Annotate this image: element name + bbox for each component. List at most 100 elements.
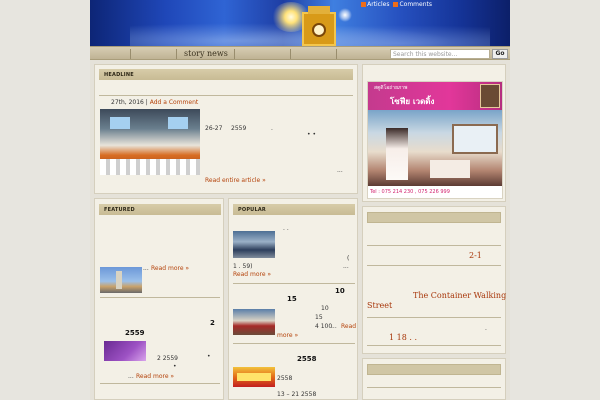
wedding-photo: [368, 110, 502, 186]
featured-read-more-1[interactable]: Read more »: [151, 265, 189, 272]
popular-read-more-2[interactable]: more »: [277, 332, 298, 339]
comments-link[interactable]: Comments: [393, 1, 432, 8]
banner-strip: [237, 373, 271, 381]
tower-silhouette: [116, 271, 122, 289]
popular-line-1: 1 . 59): [233, 263, 253, 270]
popular-text-15: 15: [315, 314, 323, 321]
divider: [367, 345, 501, 346]
popular-text-2558: 2558: [277, 375, 293, 382]
featured-bullet: •: [207, 353, 211, 360]
chairs-row: [100, 159, 200, 175]
divider: [100, 297, 220, 298]
headline-title: HEADLINE: [99, 69, 353, 80]
side-news-dot: .: [485, 325, 487, 332]
search-input[interactable]: Search this website...: [390, 49, 490, 59]
featured-bullet-2: •: [173, 363, 177, 370]
projection-screen: [110, 117, 130, 129]
clock-face-icon: [312, 23, 326, 37]
featured-year: 2559: [125, 329, 145, 337]
featured-image-2[interactable]: [104, 341, 146, 361]
studio-ad-image[interactable]: สตูดิโอถ่ายภาพ โซฟีย เวดดิ้ง Tel : 075 2…: [367, 81, 503, 199]
popular-image-1[interactable]: [233, 231, 275, 258]
top-links: Articles Comments: [361, 1, 432, 8]
popular-dots-1: . .: [283, 225, 289, 232]
featured-number: 2: [210, 319, 215, 327]
featured-excerpt-2: 2 2559: [157, 355, 178, 362]
page: Articles Comments story news Search this…: [90, 0, 510, 400]
headline-date: 27th, 2016 |: [111, 99, 148, 106]
headline-image[interactable]: [100, 109, 200, 175]
popular-text-100: 4 100: [315, 323, 333, 330]
side-news-title-bar: [367, 212, 501, 223]
headline-excerpt-date: 26-27: [205, 125, 223, 132]
ad-phone: Tel : 075 214 230 , 075 226 999: [370, 189, 450, 195]
ad-box: สตูดิโอถ่ายภาพ โซฟีย เวดดิ้ง Tel : 075 2…: [362, 64, 506, 202]
divider: [99, 95, 353, 96]
comments-label: Comments: [399, 1, 432, 8]
banner-star-glow: [338, 8, 352, 22]
nav-item-story-news[interactable]: story news: [184, 49, 228, 58]
ad-line-2: โซฟีย เวดดิ้ง: [390, 97, 435, 106]
read-entire-article-link[interactable]: Read entire article »: [205, 177, 266, 184]
bed: [430, 160, 470, 178]
tower-cap: [308, 6, 330, 14]
side-box-3: [362, 358, 506, 400]
headline-meta: 27th, 2016 | Add a Comment: [111, 99, 198, 106]
popular-number-10: 10: [335, 287, 345, 295]
divider: [233, 283, 355, 284]
headline-excerpt-dot: .: [271, 125, 273, 132]
rss-icon: [393, 2, 399, 7]
popular-year-2558: 2558: [297, 355, 317, 363]
divider: [367, 317, 501, 318]
articles-label: Articles: [367, 1, 390, 8]
side-news-line-3[interactable]: Street: [367, 301, 392, 310]
popular-ellipsis-2: ...: [331, 323, 337, 330]
couple-figure: [386, 128, 408, 180]
navigation-bar: story news Search this website... Go: [90, 46, 510, 60]
rss-icon: [361, 2, 367, 7]
divider: [367, 265, 501, 266]
window-view: [452, 124, 498, 154]
clock-tower-logo[interactable]: [302, 6, 336, 46]
ad-line-1: สตูดิโอถ่ายภาพ: [374, 85, 408, 91]
side-news-box: 2-1 The Container Walking Street . 1 18 …: [362, 206, 506, 354]
popular-box: POPULAR . . ( 1 . 59) ... Read more » 10…: [228, 198, 358, 400]
popular-image-2[interactable]: [233, 309, 275, 335]
divider: [367, 245, 501, 246]
site-banner: Articles Comments: [90, 0, 510, 46]
popular-number-15: 15: [287, 295, 297, 303]
side-news-line-1[interactable]: 2-1: [469, 251, 482, 260]
side-box-3-title-bar: [367, 364, 501, 375]
featured-read-more-2[interactable]: Read more »: [136, 373, 174, 380]
popular-read-link[interactable]: Read: [341, 323, 356, 330]
nav-separator: [130, 49, 131, 59]
popular-read-more-1[interactable]: Read more »: [233, 271, 271, 278]
side-news-line-4[interactable]: 1 18 . .: [389, 333, 417, 342]
search-go-button[interactable]: Go: [492, 49, 508, 59]
divider: [367, 387, 501, 388]
popular-ellipsis-1: ...: [343, 263, 349, 270]
add-comment-link[interactable]: Add a Comment: [150, 99, 199, 106]
popular-date-range: 13 – 21 2558: [277, 391, 317, 398]
nav-separator: [336, 49, 337, 59]
studio-logo: [480, 84, 500, 108]
nav-separator: [234, 49, 235, 59]
projection-screen: [168, 117, 188, 129]
featured-ellipsis-1: ...: [143, 265, 149, 272]
divider: [100, 383, 220, 384]
headline-excerpt-year: 2559: [231, 125, 247, 132]
side-news-line-2[interactable]: The Container Walking: [413, 291, 506, 300]
headline-excerpt-bullets: • •: [307, 131, 316, 138]
headline-box: HEADLINE 27th, 2016 | Add a Comment 26-2…: [94, 64, 358, 194]
nav-separator: [176, 49, 177, 59]
divider: [233, 343, 355, 344]
popular-paren: (: [347, 255, 350, 262]
articles-link[interactable]: Articles: [361, 1, 389, 8]
featured-ellipsis-2: ...: [128, 373, 134, 380]
popular-title: POPULAR: [233, 204, 355, 215]
popular-image-3[interactable]: [233, 367, 275, 387]
headline-ellipsis: ...: [337, 167, 343, 174]
featured-image-1[interactable]: [100, 267, 142, 293]
featured-box: FEATURED ... Read more » 2 2559 2 2559 •…: [94, 198, 224, 400]
featured-title: FEATURED: [99, 204, 221, 215]
